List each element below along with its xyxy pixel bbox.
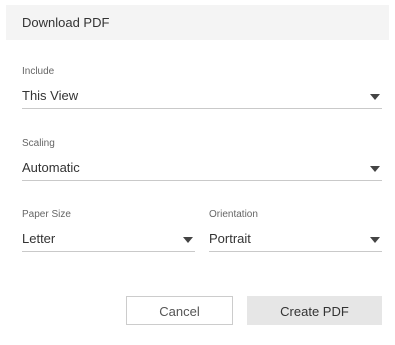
dialog-header: Download PDF [6,5,389,40]
paper-size-select[interactable]: Letter [22,227,195,252]
chevron-down-icon [370,237,380,243]
scaling-field: Scaling Automatic [22,138,382,182]
chevron-down-icon [370,94,380,100]
include-field: Include This View [22,66,382,110]
dialog-title: Download PDF [22,15,110,30]
paper-size-label: Paper Size [22,209,71,220]
scaling-value: Automatic [22,160,80,175]
chevron-down-icon [183,237,193,243]
paper-size-value: Letter [22,231,56,246]
include-label: Include [22,66,55,77]
orientation-field: Orientation Portrait [209,209,382,253]
create-pdf-button[interactable]: Create PDF [247,296,382,325]
orientation-select[interactable]: Portrait [209,227,382,252]
orientation-value: Portrait [209,231,251,246]
chevron-down-icon [370,166,380,172]
include-select[interactable]: This View [22,84,382,109]
paper-size-field: Paper Size Letter [22,209,195,253]
download-pdf-dialog: Download PDF Include This View Scaling A… [0,0,395,345]
orientation-label: Orientation [209,209,258,220]
include-value: This View [22,88,79,103]
cancel-button[interactable]: Cancel [126,296,233,325]
scaling-label: Scaling [22,138,55,149]
scaling-select[interactable]: Automatic [22,156,382,181]
